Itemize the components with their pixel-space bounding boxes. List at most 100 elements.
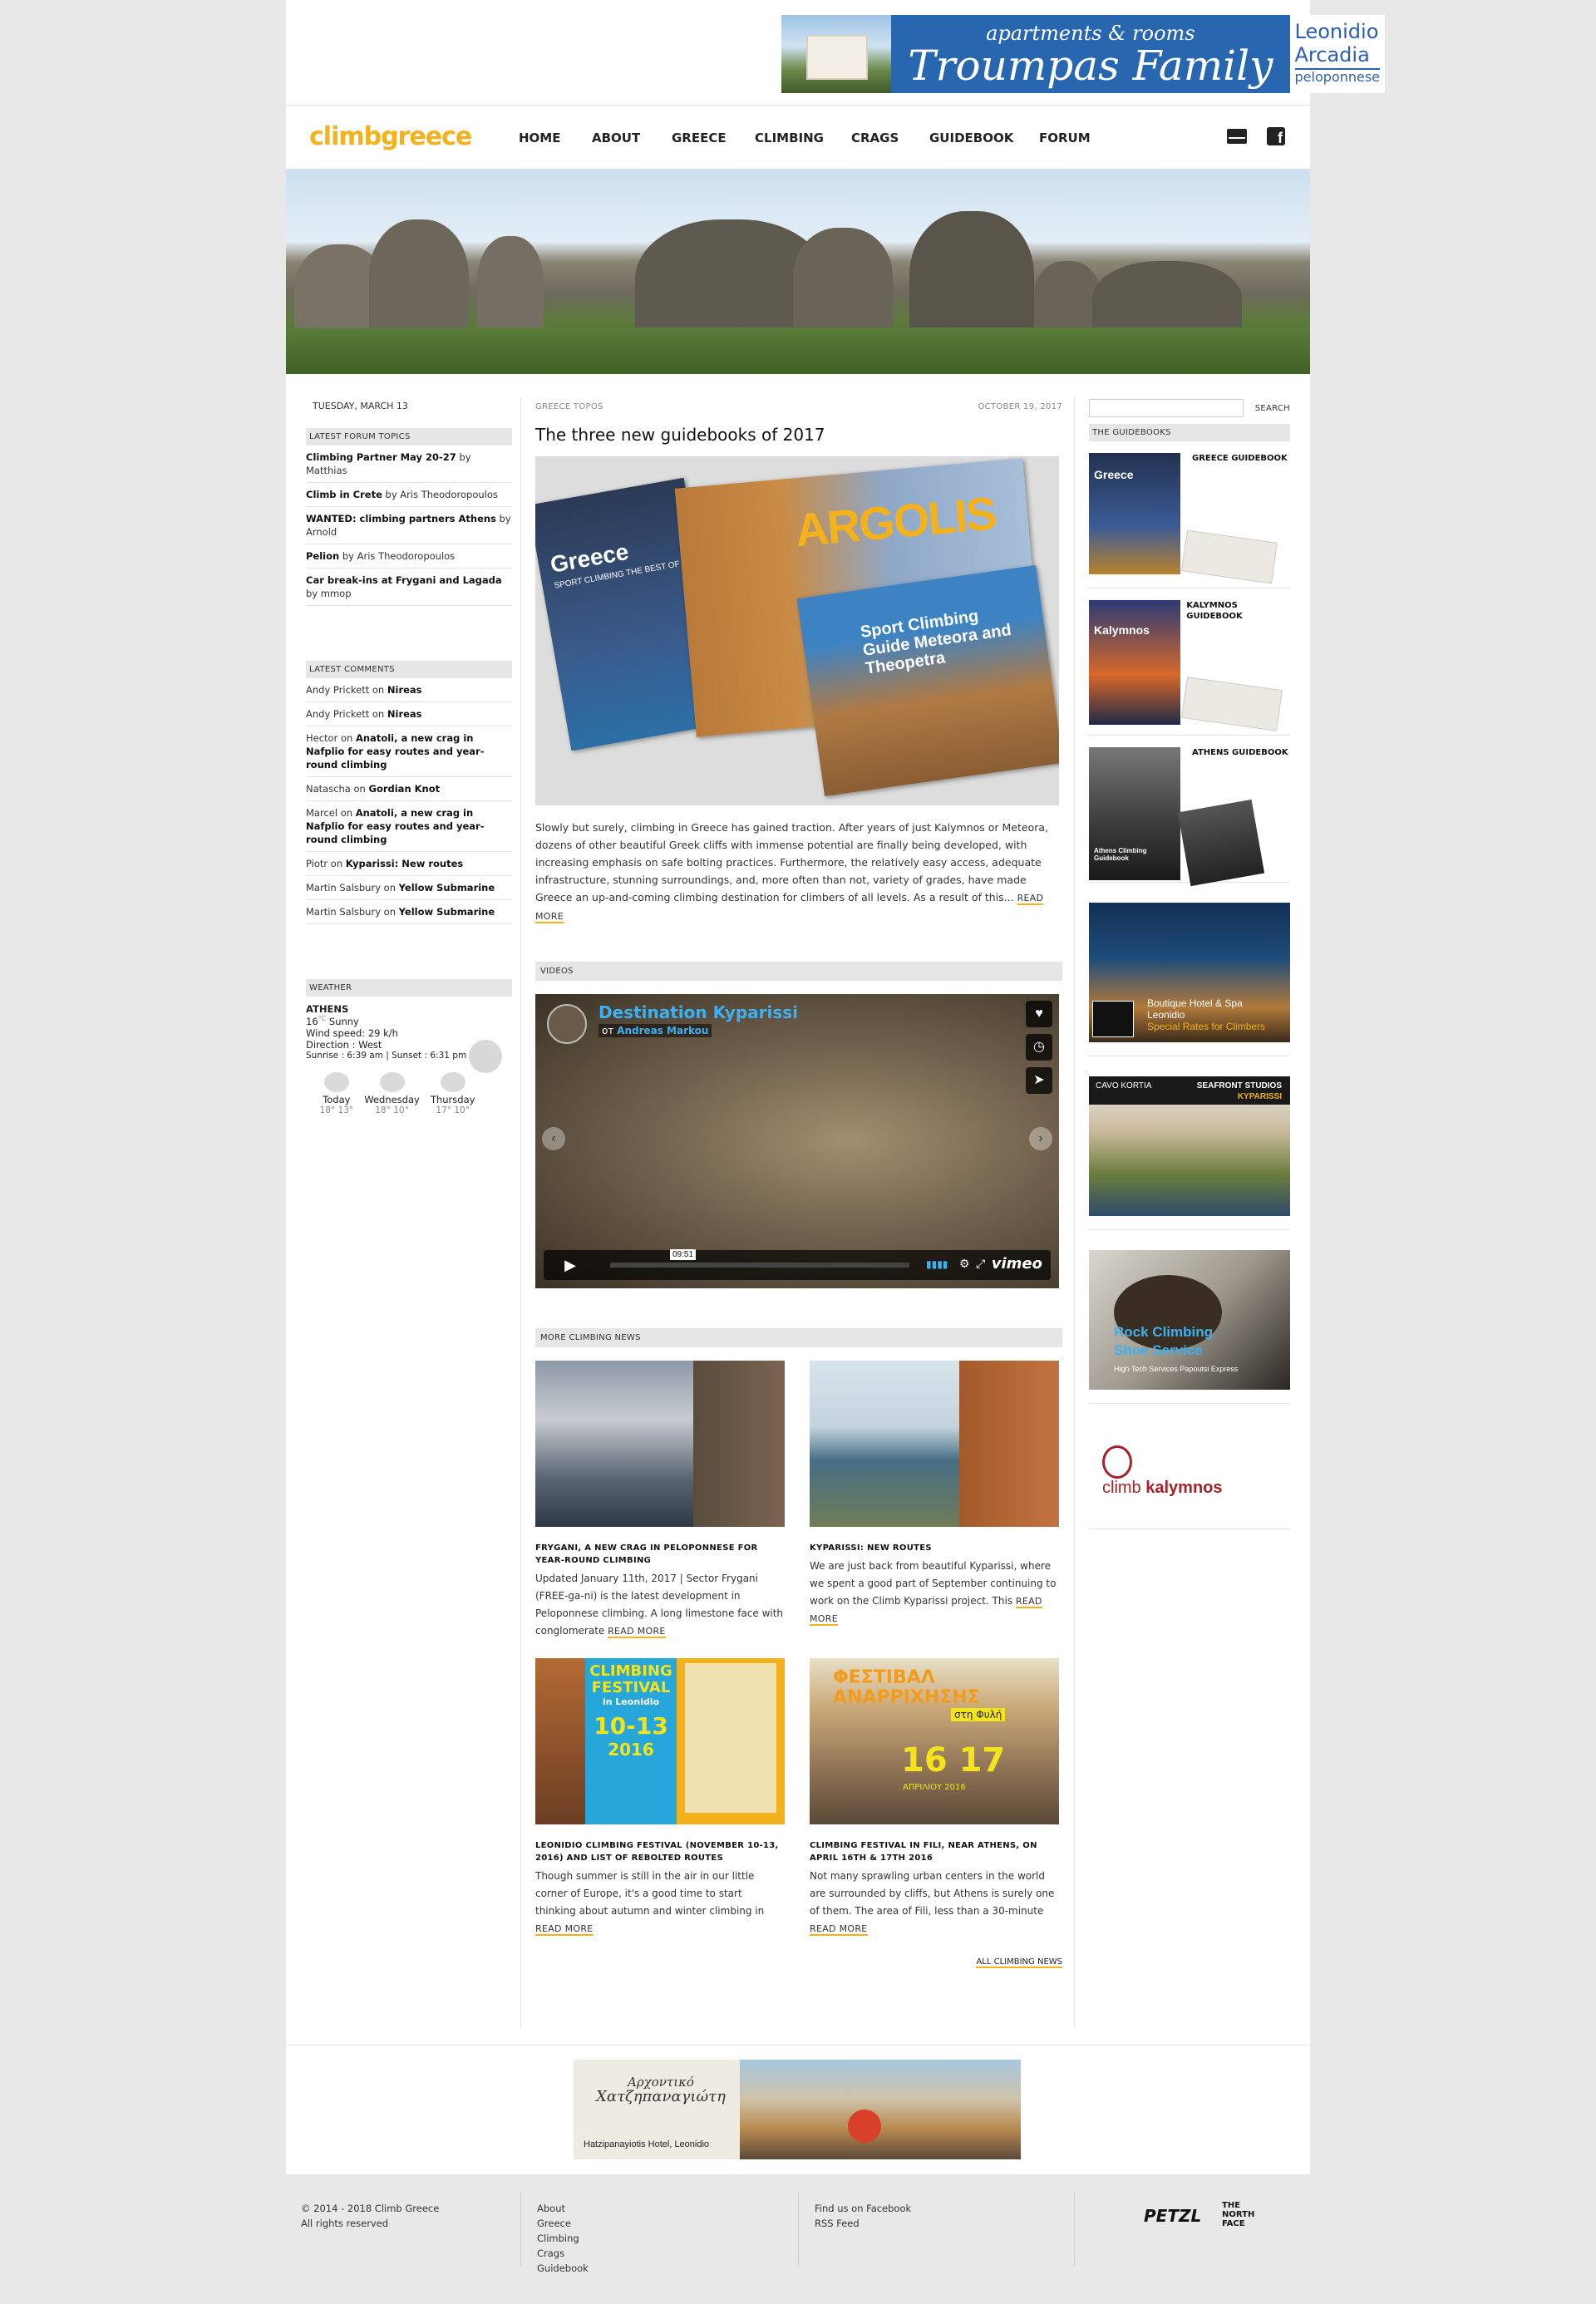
news-thumbnail[interactable]: CLIMBING FESTIVAL in Leonidio 10-13 2016 (535, 1658, 785, 1824)
footer-link-climbing[interactable]: Climbing (537, 2231, 589, 2246)
sponsor-shoe-service[interactable]: Rock Climbing Shoe Service High Tech Ser… (1089, 1250, 1290, 1390)
comment-item[interactable]: Andy Prickett on Nireas (306, 702, 512, 726)
sponsor-climb-kalymnos[interactable]: climb kalymnos (1089, 1424, 1290, 1515)
column-divider (1074, 397, 1075, 2028)
column-divider (520, 397, 521, 2028)
footer-divider (286, 2045, 1310, 2046)
sun-icon (469, 1040, 502, 1073)
nav-greece[interactable]: GREECE (672, 130, 755, 145)
read-more-link[interactable]: READ MORE (535, 1923, 594, 1936)
article-category[interactable]: GREECE TOPOS (535, 402, 603, 411)
volume-icon[interactable]: ▮▮▮▮ (926, 1258, 948, 1270)
site-logo[interactable]: climbgreece (309, 122, 472, 151)
nav-climbing[interactable]: CLIMBING (755, 130, 851, 145)
footer-link-facebook[interactable]: Find us on Facebook (815, 2201, 911, 2216)
clock-icon[interactable]: ◷ (1026, 1034, 1052, 1061)
all-climbing-news-link[interactable]: ALL CLIMBING NEWS (976, 1957, 1062, 1968)
comment-item[interactable]: Natascha on Gordian Knot (306, 777, 512, 801)
vimeo-logo[interactable]: vimeo (992, 1255, 1042, 1273)
comment-item[interactable]: Martin Salsbury on Yellow Submarine (306, 876, 512, 900)
forum-topic-item[interactable]: Pelion by Aris Theodoropoulos (306, 544, 512, 569)
ad-banner-center: apartments & rooms Troumpas Family (891, 15, 1290, 93)
news-thumbnail[interactable]: ΦΕΣΤΙΒΑΛ ΑΝΑΡΡΙΧΗΣΗΣ στη Φυλή 16 17 ΑΠΡΙ… (810, 1658, 1059, 1824)
guidebook-cover[interactable]: Greece (1089, 453, 1278, 584)
hero-panorama (286, 170, 1310, 374)
play-icon[interactable]: ▶ (552, 1254, 589, 1276)
news-excerpt: We are just back from beautiful Kypariss… (810, 1560, 1057, 1626)
read-more-link[interactable]: READ MORE (810, 1923, 868, 1936)
search-button[interactable]: SEARCH (1255, 404, 1290, 413)
search-input[interactable] (1089, 399, 1244, 417)
nav-home[interactable]: HOME (519, 130, 592, 145)
guidebook-item[interactable]: Kalymnos KALYMNOS GUIDEBOOK (1089, 588, 1290, 736)
news-title[interactable]: FRYGANI, A NEW CRAG IN PELOPONNESE FOR Y… (535, 1542, 785, 1567)
article-title[interactable]: The three new guidebooks of 2017 (535, 425, 1062, 445)
news-card: CLIMBING FESTIVAL in Leonidio 10-13 2016… (535, 1658, 785, 1937)
weather-title: WEATHER (306, 979, 512, 997)
like-icon[interactable]: ♥ (1026, 1001, 1052, 1027)
forum-topic-item[interactable]: Climbing Partner May 20-27 by Matthias (306, 446, 512, 483)
sponsor-wrap: Boutique Hotel & Spa Leonidio Special Ra… (1089, 903, 1290, 1056)
sponsor-cavo-kortia[interactable]: CAVO KORTIA SEAFRONT STUDIOS KYPARISSI (1089, 1076, 1290, 1216)
news-thumbnail[interactable] (535, 1361, 785, 1527)
guidebook-cover[interactable]: Kalymnos (1089, 600, 1283, 731)
article-date: OCTOBER 19, 2017 (978, 402, 1062, 411)
forecast-day: Today 18° 13° (320, 1071, 353, 1115)
nav-about[interactable]: ABOUT (592, 130, 672, 145)
sponsor-wrap: Rock Climbing Shoe Service High Tech Ser… (1089, 1250, 1290, 1404)
video-author[interactable]: от Andreas Markou (598, 1024, 712, 1037)
news-title[interactable]: LEONIDIO CLIMBING FESTIVAL (NOVEMBER 10-… (535, 1839, 785, 1864)
gear-icon[interactable]: ⚙ (959, 1257, 970, 1271)
article-meta: GREECE TOPOS OCTOBER 19, 2017 (535, 402, 1062, 411)
petzl-logo[interactable]: PETZL (1144, 2206, 1201, 2226)
footer-link-guidebook[interactable]: Guidebook (537, 2261, 589, 2276)
video-player[interactable]: Destination Kyparissi от Andreas Markou … (535, 994, 1059, 1288)
guidebook-item[interactable]: Athens Climbing Guidebook ATHENS GUIDEBO… (1089, 736, 1290, 887)
footer-link-crags[interactable]: Crags (537, 2246, 589, 2261)
share-icon[interactable]: ➤ (1026, 1067, 1052, 1094)
nav-guidebook[interactable]: GUIDEBOOK (929, 130, 1039, 145)
feature-image-guidebooks[interactable]: Greece SPORT CLIMBING THE BEST OF ARGOLI… (535, 456, 1059, 805)
forum-topic-item[interactable]: WANTED: climbing partners Athens by Arno… (306, 507, 512, 544)
ad-loc1: Leonidio (1294, 20, 1379, 43)
avatar[interactable] (547, 1004, 587, 1044)
nav-menu: HOME ABOUT GREECE CLIMBING CRAGS GUIDEBO… (519, 130, 1106, 145)
footer-links: About Greece Climbing Crags Guidebook (537, 2201, 589, 2276)
sponsor-boutique-hotel[interactable]: Boutique Hotel & Spa Leonidio Special Ra… (1089, 903, 1290, 1042)
comment-item[interactable]: Hector on Anatoli, a new crag in Nafplio… (306, 726, 512, 777)
nav-crags[interactable]: CRAGS (851, 130, 929, 145)
previous-arrow-icon[interactable]: ‹ (542, 1127, 565, 1150)
page-container: apartments & rooms Troumpas Family Leoni… (286, 0, 1385, 2174)
footer-link-rss[interactable]: RSS Feed (815, 2216, 911, 2231)
video-title[interactable]: Destination Kyparissi (598, 1002, 798, 1022)
forum-topic-item[interactable]: Climb in Crete by Aris Theodoropoulos (306, 483, 512, 507)
comment-item[interactable]: Marcel on Anatoli, a new crag in Nafplio… (306, 801, 512, 852)
facebook-icon[interactable]: f (1267, 127, 1285, 146)
footer-link-greece[interactable]: Greece (537, 2216, 589, 2231)
fullscreen-icon[interactable]: ⤢ (976, 1257, 985, 1271)
guidebook-item[interactable]: Greece GREECE GUIDEBOOK (1089, 441, 1290, 588)
ad-location: Leonidio Arcadia peloponnese (1290, 15, 1385, 93)
sponsor-wrap: climb kalymnos (1089, 1424, 1290, 1529)
guidebook-cover[interactable]: Athens Climbing Guidebook (1089, 747, 1265, 887)
weather-current: 16°C Sunny (306, 1015, 359, 1027)
bottom-advertisement[interactable]: Αρχοντικό Χατζηπαναγιώτη Hatzipanayiotis… (574, 2060, 1021, 2159)
footer-link-about[interactable]: About (537, 2201, 589, 2216)
north-face-logo[interactable]: THE NORTH FACE (1222, 2201, 1272, 2228)
latest-comments-list: Andy Prickett on Nireas Andy Prickett on… (306, 678, 512, 924)
nav-forum[interactable]: FORUM (1039, 130, 1106, 145)
next-arrow-icon[interactable]: › (1029, 1127, 1052, 1150)
top-advertisement[interactable]: apartments & rooms Troumpas Family Leoni… (781, 15, 1385, 93)
comment-item[interactable]: Piotr on Kyparissi: New routes (306, 852, 512, 876)
comment-item[interactable]: Martin Salsbury on Yellow Submarine (306, 900, 512, 924)
news-title[interactable]: KYPARISSI: NEW ROUTES (810, 1542, 1059, 1554)
mail-icon[interactable] (1227, 129, 1247, 144)
news-title[interactable]: CLIMBING FESTIVAL IN FILI, NEAR ATHENS, … (810, 1839, 1059, 1864)
forum-topics-title: LATEST FORUM TOPICS (306, 428, 512, 446)
forum-topic-item[interactable]: Car break-ins at Frygani and Lagada by m… (306, 569, 512, 606)
comment-item[interactable]: Andy Prickett on Nireas (306, 678, 512, 702)
read-more-link[interactable]: READ MORE (608, 1626, 666, 1638)
ad-loc3: peloponnese (1294, 68, 1380, 85)
video-progress-bar[interactable]: 09:51 (610, 1249, 909, 1268)
news-thumbnail[interactable] (810, 1361, 1059, 1527)
